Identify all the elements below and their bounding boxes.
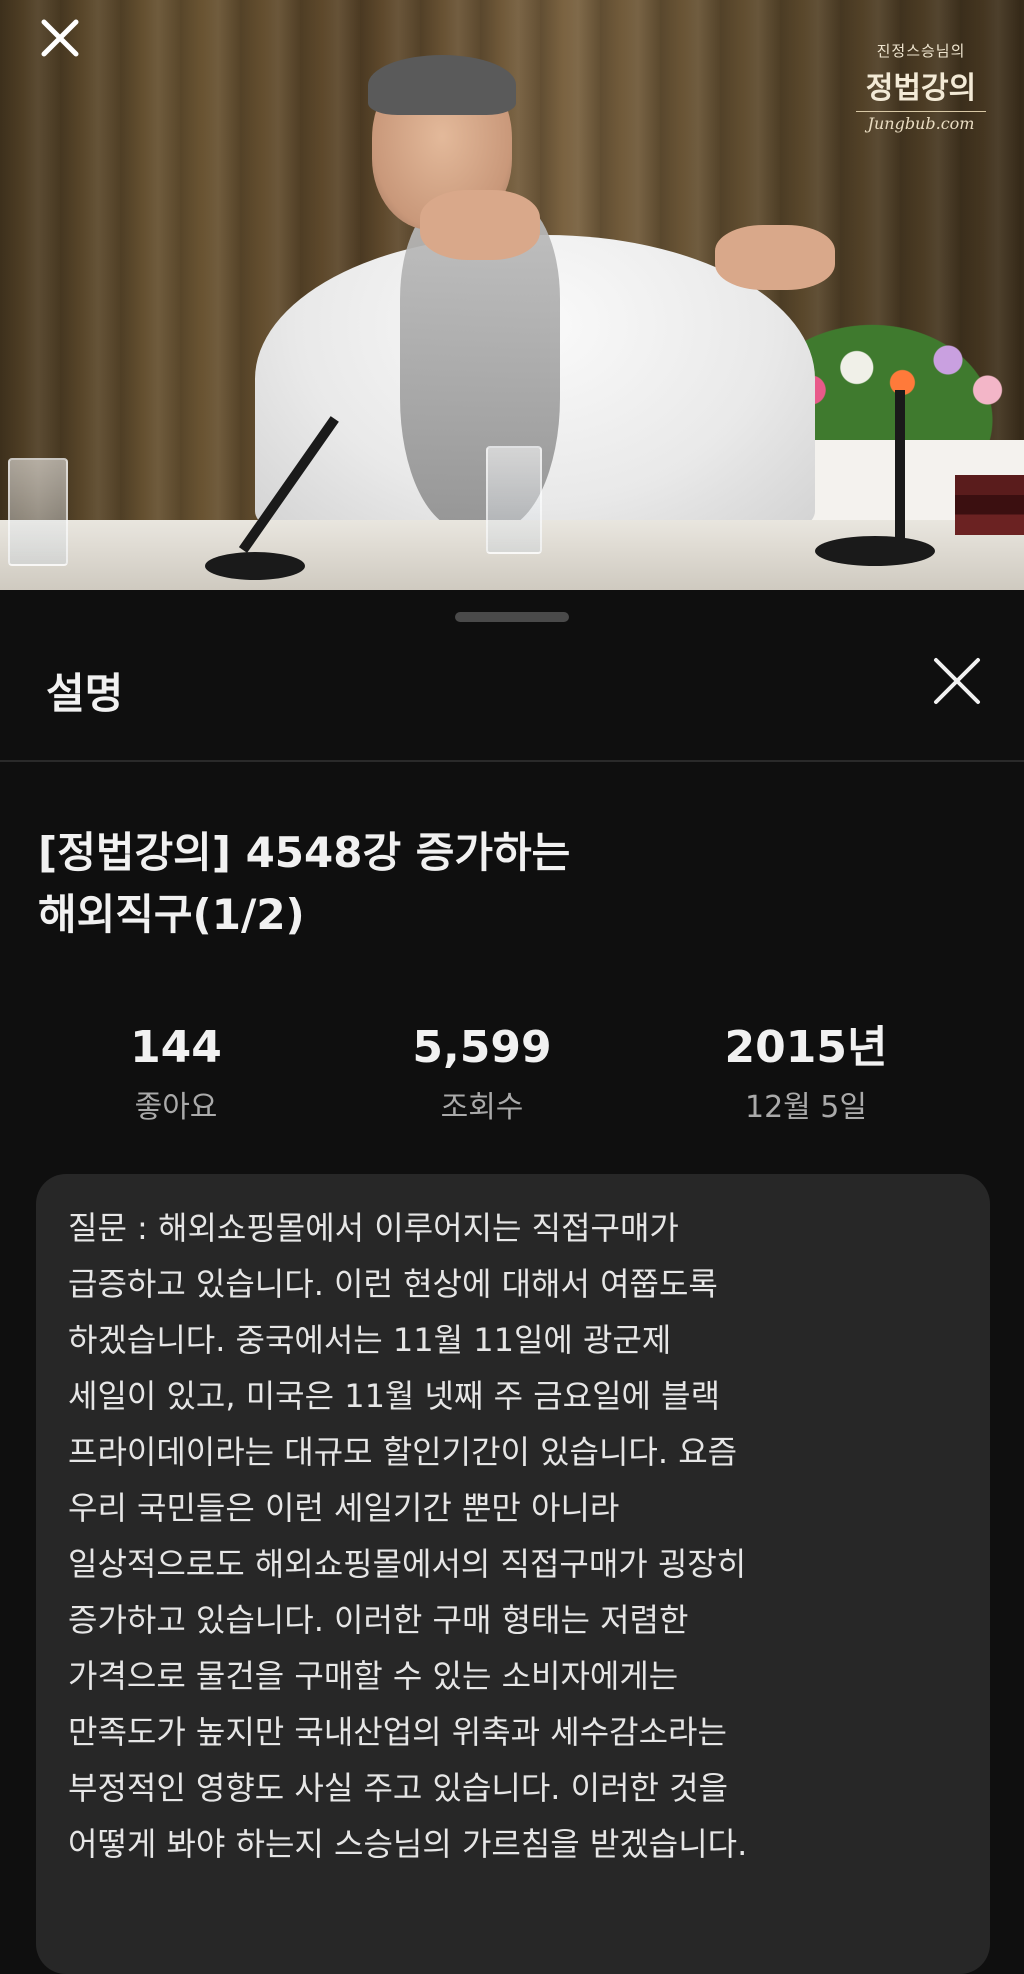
close-icon[interactable]: [922, 646, 992, 716]
water-glass-center: [486, 446, 542, 554]
stat-views: 5,599 조회수: [352, 1020, 612, 1126]
description-line: 하겠습니다. 중국에서는 11월 11일에 광군제: [68, 1321, 672, 1359]
video-title-line2: 해외직구(1/2): [38, 890, 305, 939]
book-stack: [955, 475, 1024, 535]
video-title: [정법강의] 4548강 증가하는 해외직구(1/2): [38, 822, 938, 946]
speaker-right-hand: [715, 225, 835, 290]
description-box: 질문 : 해외쇼핑몰에서 이루어지는 직접구매가 급증하고 있습니다. 이런 현…: [36, 1174, 990, 1974]
microphone-right-base: [815, 536, 935, 566]
stat-likes: 144 좋아요: [46, 1020, 306, 1126]
stat-likes-value: 144: [130, 1022, 222, 1073]
video-stats: 144 좋아요 5,599 조회수 2015년 12월 5일: [0, 1020, 1024, 1130]
logo-line2: 정법강의: [865, 71, 977, 106]
description-line: 일상적으로도 해외쇼핑몰에서의 직접구매가 굉장히: [68, 1545, 747, 1583]
description-text: 질문 : 해외쇼핑몰에서 이루어지는 직접구매가 급증하고 있습니다. 이런 현…: [68, 1200, 968, 1872]
stat-date: 2015년 12월 5일: [676, 1020, 936, 1126]
microphone-left-base: [205, 552, 305, 580]
water-glass-left: [8, 458, 68, 566]
description-line: 증가하고 있습니다. 이러한 구매 형태는 저렴한: [68, 1601, 689, 1639]
description-line: 프라이데이라는 대규모 할인기간이 있습니다. 요즘: [68, 1433, 738, 1471]
stat-date-day: 12월 5일: [745, 1090, 867, 1125]
logo-line1: 진정스승님의: [876, 42, 966, 60]
video-player[interactable]: 진정스승님의 정법강의 Jungbub.com: [0, 0, 1024, 590]
stat-views-label: 조회수: [440, 1090, 524, 1125]
drag-handle[interactable]: [455, 612, 569, 622]
stat-likes-label: 좋아요: [134, 1090, 218, 1125]
stat-views-value: 5,599: [412, 1022, 552, 1073]
description-line: 세일이 있고, 미국은 11월 넷째 주 금요일에 블랙: [68, 1377, 721, 1415]
description-line: 어떻게 봐야 하는지 스승님의 가르침을 받겠습니다.: [68, 1825, 748, 1863]
speaker-hair: [368, 55, 516, 115]
stat-date-year: 2015년: [724, 1022, 888, 1073]
description-sheet: 설명 [정법강의] 4548강 증가하는 해외직구(1/2) 144 좋아요 5…: [0, 590, 1024, 1974]
video-title-line1: [정법강의] 4548강 증가하는: [38, 828, 571, 877]
sheet-title: 설명: [46, 669, 124, 718]
description-line: 우리 국민들은 이런 세일기간 뿐만 아니라: [68, 1489, 620, 1527]
description-line: 가격으로 물건을 구매할 수 있는 소비자에게는: [68, 1657, 679, 1695]
logo-line3: Jungbub.com: [856, 111, 986, 133]
description-line: 만족도가 높지만 국내산업의 위축과 세수감소라는: [68, 1713, 727, 1751]
channel-logo: 진정스승님의 정법강의 Jungbub.com: [856, 40, 986, 133]
speaker-left-hand: [420, 190, 540, 260]
description-line: 급증하고 있습니다. 이런 현상에 대해서 여쭙도록: [68, 1265, 718, 1303]
description-line: 부정적인 영향도 사실 주고 있습니다. 이러한 것을: [68, 1769, 729, 1807]
divider: [0, 760, 1024, 762]
description-line: 질문 : 해외쇼핑몰에서 이루어지는 직접구매가: [68, 1209, 679, 1247]
close-icon[interactable]: [36, 14, 84, 62]
microphone-right: [895, 390, 905, 540]
